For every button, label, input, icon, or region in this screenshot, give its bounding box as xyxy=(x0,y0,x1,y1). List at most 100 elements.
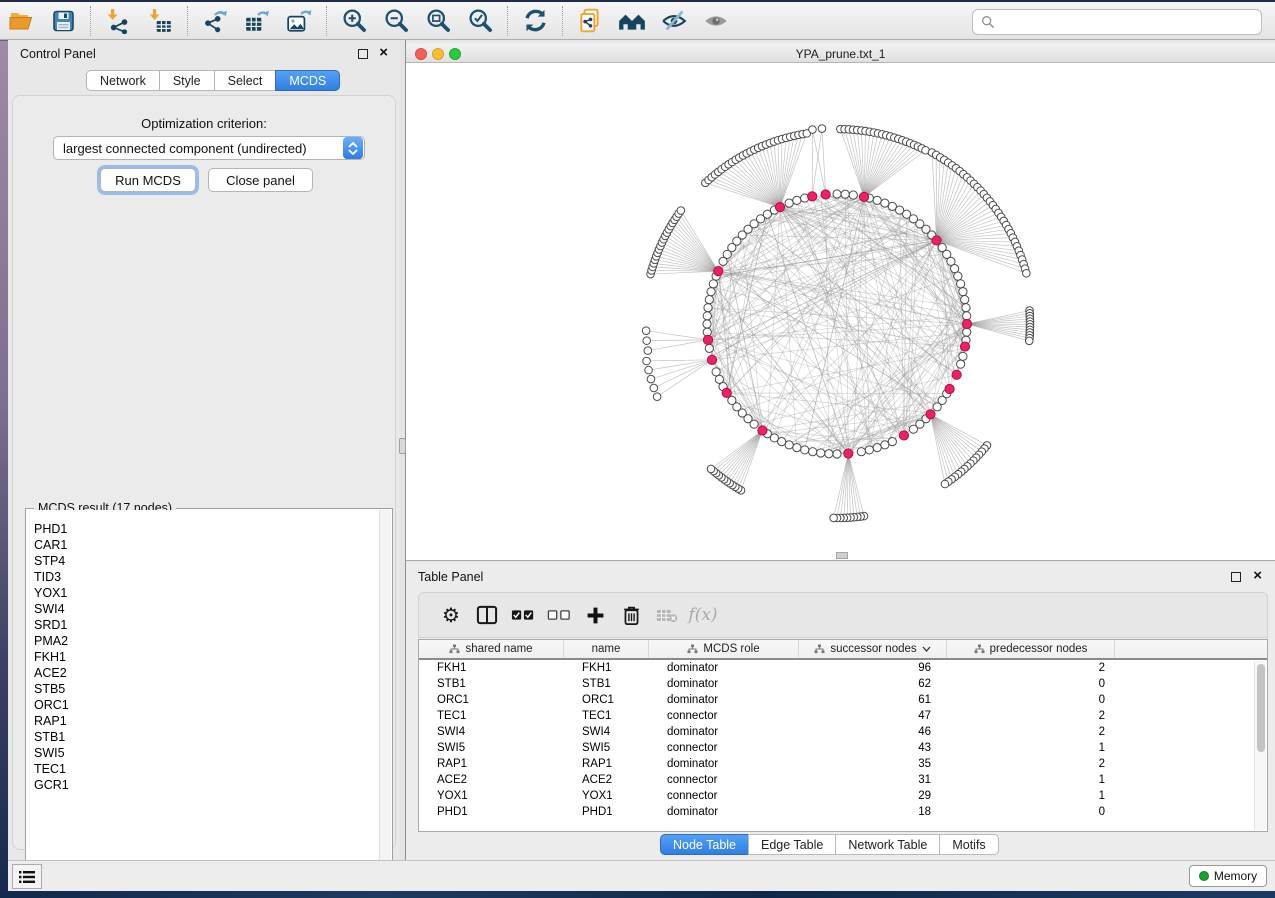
network-node[interactable] xyxy=(677,207,685,215)
network-node[interactable] xyxy=(933,403,941,411)
mcds-list-item[interactable]: SWI4 xyxy=(34,601,379,617)
mcds-list-item[interactable]: RAP1 xyxy=(34,713,379,729)
table-row[interactable]: ACE2ACE2connector311 xyxy=(419,772,1267,788)
table-row[interactable]: RAP1RAP1dominator352 xyxy=(419,756,1267,772)
table-cell[interactable]: RAP1 xyxy=(419,756,564,772)
network-node[interactable] xyxy=(704,304,712,312)
mcds-list-item[interactable]: TID3 xyxy=(34,569,379,585)
open-file-icon[interactable] xyxy=(4,6,38,36)
show-all-icon[interactable] xyxy=(699,6,733,36)
export-table-icon[interactable] xyxy=(240,6,274,36)
network-node[interactable] xyxy=(962,319,971,328)
table-cell[interactable]: 0 xyxy=(947,692,1115,708)
import-table-icon[interactable] xyxy=(143,6,177,36)
gear-icon[interactable]: ⚙ xyxy=(433,598,469,632)
table-cell[interactable]: 1 xyxy=(947,740,1115,756)
table-cell[interactable]: 96 xyxy=(799,660,947,676)
network-node[interactable] xyxy=(951,265,959,273)
table-cell[interactable]: 47 xyxy=(799,708,947,724)
mcds-list-item[interactable]: GCR1 xyxy=(34,777,379,793)
table-cell[interactable]: FKH1 xyxy=(419,660,564,676)
table-cell[interactable]: 18 xyxy=(799,804,947,820)
mcds-result-list[interactable]: PHD1CAR1STP4TID3YOX1SWI4SRD1PMA2FKH1ACE2… xyxy=(27,510,379,876)
network-node[interactable] xyxy=(801,446,809,454)
table-cell[interactable]: SWI4 xyxy=(564,724,649,740)
zoom-fit-icon[interactable] xyxy=(421,6,455,36)
network-node[interactable] xyxy=(873,196,881,204)
network-node[interactable] xyxy=(873,444,881,452)
network-node[interactable] xyxy=(728,396,736,404)
table-cell[interactable]: 31 xyxy=(799,772,947,788)
mcds-list-item[interactable]: FKH1 xyxy=(34,649,379,665)
mcds-list-item[interactable]: PMA2 xyxy=(34,633,379,649)
network-node[interactable] xyxy=(643,357,651,365)
column-header-predecessor-nodes[interactable]: predecessor nodes xyxy=(947,640,1115,658)
network-node[interactable] xyxy=(818,125,826,133)
table-cell[interactable]: connector xyxy=(649,772,799,788)
tab-motifs[interactable]: Motifs xyxy=(939,834,998,855)
table-cell[interactable]: connector xyxy=(649,788,799,804)
network-node[interactable] xyxy=(821,190,830,199)
network-node[interactable] xyxy=(830,514,838,522)
float-panel-icon[interactable] xyxy=(358,49,368,59)
network-node[interactable] xyxy=(962,304,970,312)
zoom-in-icon[interactable] xyxy=(337,6,371,36)
column-header-successor-nodes[interactable]: successor nodes xyxy=(799,640,947,658)
float-panel-icon[interactable] xyxy=(1231,572,1241,582)
network-node[interactable] xyxy=(1023,269,1031,277)
network-node[interactable] xyxy=(722,388,731,397)
refresh-icon[interactable] xyxy=(518,6,552,36)
table-cell[interactable]: ORC1 xyxy=(419,692,564,708)
network-node[interactable] xyxy=(709,280,717,288)
search-input[interactable] xyxy=(1001,15,1261,29)
network-node[interactable] xyxy=(809,448,817,456)
network-node[interactable] xyxy=(865,446,873,454)
table-cell[interactable]: PHD1 xyxy=(564,804,649,820)
network-node[interactable] xyxy=(952,370,961,379)
network-node[interactable] xyxy=(963,312,971,320)
network-node[interactable] xyxy=(899,431,908,440)
table-cell[interactable]: 46 xyxy=(799,724,947,740)
network-node[interactable] xyxy=(844,449,853,458)
table-cell[interactable]: SWI5 xyxy=(419,740,564,756)
mcds-list-scrollbar[interactable] xyxy=(379,510,391,876)
network-node[interactable] xyxy=(963,328,971,336)
network-node[interactable] xyxy=(849,191,857,199)
horizontal-splitter-handle[interactable] xyxy=(836,552,848,559)
network-node[interactable] xyxy=(833,190,841,198)
mcds-list-item[interactable]: ACE2 xyxy=(34,665,379,681)
network-node[interactable] xyxy=(703,320,711,328)
first-neighbors-icon[interactable] xyxy=(615,6,649,36)
duplicate-network-icon[interactable] xyxy=(573,6,607,36)
table-row[interactable]: TEC1TEC1connector472 xyxy=(419,708,1267,724)
table-cell[interactable]: 2 xyxy=(947,660,1115,676)
table-row[interactable]: FKH1FKH1dominator962 xyxy=(419,660,1267,676)
table-cell[interactable]: ORC1 xyxy=(564,692,649,708)
network-node[interactable] xyxy=(857,448,865,456)
table-cell[interactable]: YOX1 xyxy=(564,788,649,804)
delete-table-icon[interactable] xyxy=(649,598,685,632)
network-node[interactable] xyxy=(881,441,889,449)
network-node[interactable] xyxy=(644,347,652,355)
network-node[interactable] xyxy=(888,438,896,446)
export-network-icon[interactable] xyxy=(198,6,232,36)
vertical-splitter-handle[interactable] xyxy=(399,438,406,454)
network-node[interactable] xyxy=(793,196,801,204)
table-cell[interactable]: SWI5 xyxy=(564,740,649,756)
mcds-list-item[interactable]: SRD1 xyxy=(34,617,379,633)
table-cell[interactable]: dominator xyxy=(649,676,799,692)
table-row[interactable]: PHD1PHD1dominator180 xyxy=(419,804,1267,820)
network-node[interactable] xyxy=(961,296,969,304)
network-node[interactable] xyxy=(932,236,941,245)
column-header-name[interactable]: name xyxy=(564,640,649,658)
zoom-selected-icon[interactable] xyxy=(463,6,497,36)
delete-column-icon[interactable] xyxy=(613,598,649,632)
network-node[interactable] xyxy=(785,441,793,449)
table-cell[interactable]: FKH1 xyxy=(564,660,649,676)
network-node[interactable] xyxy=(817,449,825,457)
table-cell[interactable]: RAP1 xyxy=(564,756,649,772)
network-window-titlebar[interactable]: YPA_prune.txt_1 xyxy=(406,44,1275,63)
save-session-icon[interactable] xyxy=(46,6,80,36)
close-panel-icon[interactable]: × xyxy=(1253,567,1262,584)
table-cell[interactable]: PHD1 xyxy=(419,804,564,820)
